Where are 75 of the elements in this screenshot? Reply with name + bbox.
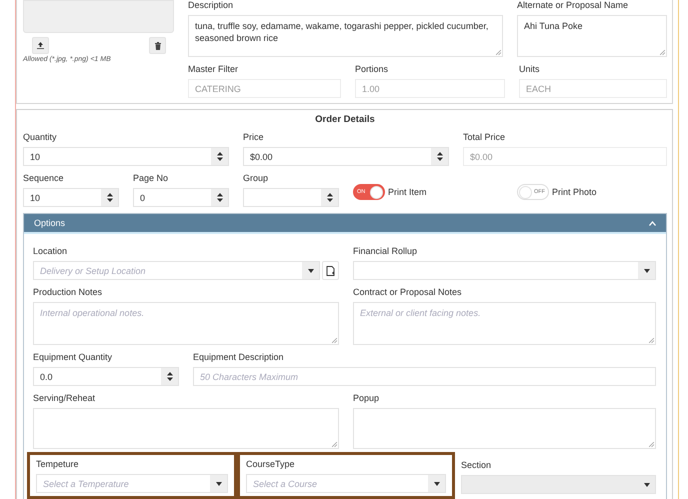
spinner-button[interactable] <box>211 148 228 165</box>
field-label: Equipment Description <box>193 352 285 363</box>
field-label: Production Notes <box>33 287 104 298</box>
number-field[interactable]: 10 <box>23 188 119 207</box>
delete-button[interactable] <box>149 37 166 54</box>
dropdown-button[interactable] <box>302 262 319 279</box>
select-field[interactable] <box>353 261 656 280</box>
caret-icon <box>434 482 440 486</box>
caret-icon <box>308 268 314 272</box>
select-field[interactable] <box>461 475 656 494</box>
number-field[interactable]: $0.00 <box>243 147 449 166</box>
resize-grip-icon <box>496 50 501 55</box>
resize-grip-icon <box>332 338 337 343</box>
section-title: Order Details <box>314 114 376 125</box>
spinner-button[interactable] <box>161 368 178 385</box>
field-label: Portions <box>355 64 390 75</box>
options-panel-header[interactable]: Options <box>24 214 666 234</box>
readonly-field: EACH <box>519 79 667 98</box>
text-area[interactable]: tuna, truffle soy, edamame, wakame, togarashi pepper, pickled cucumber, seasoned brown rice <box>188 15 503 57</box>
resize-grip-icon <box>649 338 654 343</box>
spinner-button[interactable] <box>431 148 448 165</box>
spinner-arrows-icon <box>216 152 222 161</box>
field-label: Units <box>519 64 541 75</box>
number-field[interactable]: 10 <box>23 147 229 166</box>
number-field[interactable]: 0.0 <box>33 367 179 386</box>
document-icon <box>326 266 335 276</box>
field-label: Section <box>461 460 492 471</box>
number-field[interactable] <box>243 188 339 207</box>
trash-icon <box>154 42 160 50</box>
field-label: Quantity <box>23 132 58 143</box>
readonly-field: $0.00 <box>463 147 667 166</box>
field-label: CourseType <box>246 459 296 470</box>
field-label: Master Filter <box>188 64 240 75</box>
field-label: Alternate or Proposal Name <box>517 0 630 11</box>
field-label: Equipment Quantity <box>33 352 114 363</box>
field-label: Serving/Reheat <box>33 393 96 404</box>
document-button[interactable] <box>322 261 339 280</box>
dropdown-button[interactable] <box>638 262 655 279</box>
field-label: Group <box>243 173 270 184</box>
upload-icon <box>37 42 44 49</box>
number-field[interactable]: 0 <box>133 188 229 207</box>
field-label: Tempeture <box>36 459 80 470</box>
field-label: Contract or Proposal Notes <box>353 287 463 298</box>
field-label: Sequence <box>23 173 65 184</box>
spinner-arrows-icon <box>436 152 442 161</box>
spinner-arrows-icon <box>216 193 222 202</box>
text-area[interactable]: Ahi Tuna Poke <box>517 15 667 57</box>
field-label: Total Price <box>463 132 506 143</box>
field-label: Print Item <box>388 187 427 197</box>
field-label: Popup <box>353 393 380 404</box>
caret-icon <box>644 268 650 272</box>
resize-grip-icon <box>660 50 665 55</box>
panel-title: Options <box>34 218 66 228</box>
resize-grip-icon <box>332 442 337 447</box>
dropdown-button[interactable] <box>428 475 445 492</box>
field-label: Location <box>33 246 68 257</box>
readonly-field: CATERING <box>188 79 341 98</box>
chevron-up-icon <box>649 220 656 226</box>
field-label: Description <box>188 0 234 11</box>
spinner-arrows-icon <box>106 193 112 202</box>
spinner-button[interactable] <box>321 189 338 206</box>
field-label: Print Photo <box>552 187 597 197</box>
upload-button[interactable] <box>32 37 49 54</box>
readonly-field: 1.00 <box>355 79 505 98</box>
spinner-arrows-icon <box>166 372 172 381</box>
caret-icon <box>216 482 222 486</box>
field-label: Price <box>243 132 265 143</box>
spinner-button[interactable] <box>211 189 228 206</box>
caret-icon <box>644 482 650 486</box>
field-label: Financial Rollup <box>353 246 418 257</box>
field-label: Page No <box>133 173 170 184</box>
spinner-arrows-icon <box>326 193 332 202</box>
dropdown-button[interactable] <box>210 475 227 492</box>
resize-grip-icon <box>649 442 654 447</box>
spinner-button[interactable] <box>101 189 118 206</box>
